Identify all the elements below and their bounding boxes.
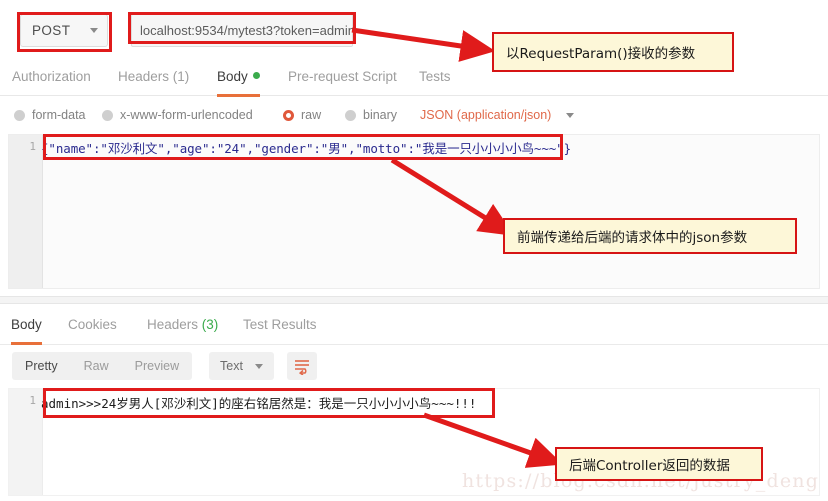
view-mode-raw[interactable]: Raw [71, 352, 122, 380]
radio-label: raw [301, 108, 322, 122]
chevron-down-icon [254, 363, 263, 369]
tab-headers[interactable]: Headers (1) [118, 62, 189, 94]
tab-label: Pre-request Script [288, 69, 397, 84]
radio-icon [102, 109, 113, 121]
view-mode-preview[interactable]: Preview [122, 352, 192, 380]
radio-x-www-form-urlencoded[interactable]: x-www-form-urlencoded [102, 104, 253, 126]
radio-icon [345, 109, 356, 121]
annotation-note-json-body: 前端传递给后端的请求体中的json参数 [503, 218, 797, 254]
chevron-down-icon [90, 28, 98, 33]
response-tab-cookies[interactable]: Cookies [68, 310, 117, 342]
content-type-dropdown[interactable]: JSON (application/json) [420, 104, 575, 126]
http-method-label: POST [32, 23, 71, 38]
content-type-label: JSON (application/json) [420, 108, 552, 122]
line-number: 1 [29, 394, 36, 407]
tab-authorization[interactable]: Authorization [12, 62, 91, 94]
request-body-text[interactable]: {"name":"邓沙利文","age":"24","gender":"男","… [41, 138, 571, 157]
response-toolbar: Pretty Raw Preview Text [0, 352, 828, 384]
tab-body[interactable]: Body [217, 62, 260, 97]
pane-splitter[interactable] [0, 296, 828, 304]
response-view-modes: Pretty Raw Preview [12, 352, 193, 380]
response-gutter: 1 [9, 389, 43, 495]
response-format-dropdown[interactable]: Text [209, 352, 274, 380]
radio-binary[interactable]: binary [345, 104, 397, 126]
response-format-label: Text [220, 359, 243, 373]
radio-label: form-data [32, 108, 86, 122]
url-text: localhost:9534/mytest3?token=admin [140, 23, 355, 38]
word-wrap-button[interactable] [287, 352, 317, 380]
radio-form-data[interactable]: form-data [14, 104, 86, 126]
radio-icon [14, 109, 25, 121]
radio-label: binary [363, 108, 398, 122]
http-method-dropdown[interactable]: POST [20, 14, 108, 47]
postman-screenshot: POST localhost:9534/mytest3?token=admin … [0, 0, 828, 501]
tab-label: Headers (1) [118, 69, 190, 84]
chevron-down-icon [566, 112, 575, 118]
body-type-options: form-data x-www-form-urlencoded raw bina… [0, 104, 828, 130]
word-wrap-icon [295, 360, 309, 375]
tab-label: Authorization [12, 69, 91, 84]
tab-label: Cookies [68, 317, 117, 332]
annotation-note-request-param: 以RequestParam()接收的参数 [492, 32, 734, 72]
tab-label: Body [217, 69, 248, 84]
tab-tests[interactable]: Tests [419, 62, 451, 94]
response-tab-body[interactable]: Body [11, 310, 42, 345]
tab-pre-request-script[interactable]: Pre-request Script [288, 62, 397, 94]
response-tabs: Body Cookies Headers (3) Test Results [0, 310, 828, 345]
view-mode-pretty[interactable]: Pretty [12, 352, 71, 380]
line-number: 1 [29, 140, 36, 153]
headers-count: (3) [201, 317, 219, 332]
tab-label: Headers [147, 317, 199, 332]
radio-selected-icon [283, 109, 294, 121]
request-body-editor[interactable]: 1 [8, 134, 820, 289]
body-active-dot-icon [252, 72, 260, 79]
annotation-note-controller-response: 后端Controller返回的数据 [555, 447, 763, 481]
response-body-text: admin>>>24岁男人[邓沙利文]的座右铭居然是：我是一只小小小小鸟~~~!… [41, 396, 477, 411]
tab-label: Body [11, 317, 42, 332]
editor-gutter: 1 [9, 135, 43, 288]
response-tab-headers[interactable]: Headers (3) [147, 310, 218, 342]
tab-label: Tests [419, 69, 451, 84]
response-tab-test-results[interactable]: Test Results [243, 310, 317, 342]
tab-label: Test Results [243, 317, 317, 332]
url-input[interactable]: localhost:9534/mytest3?token=admin [131, 14, 355, 47]
radio-raw[interactable]: raw [283, 104, 321, 126]
radio-label: x-www-form-urlencoded [120, 108, 253, 122]
